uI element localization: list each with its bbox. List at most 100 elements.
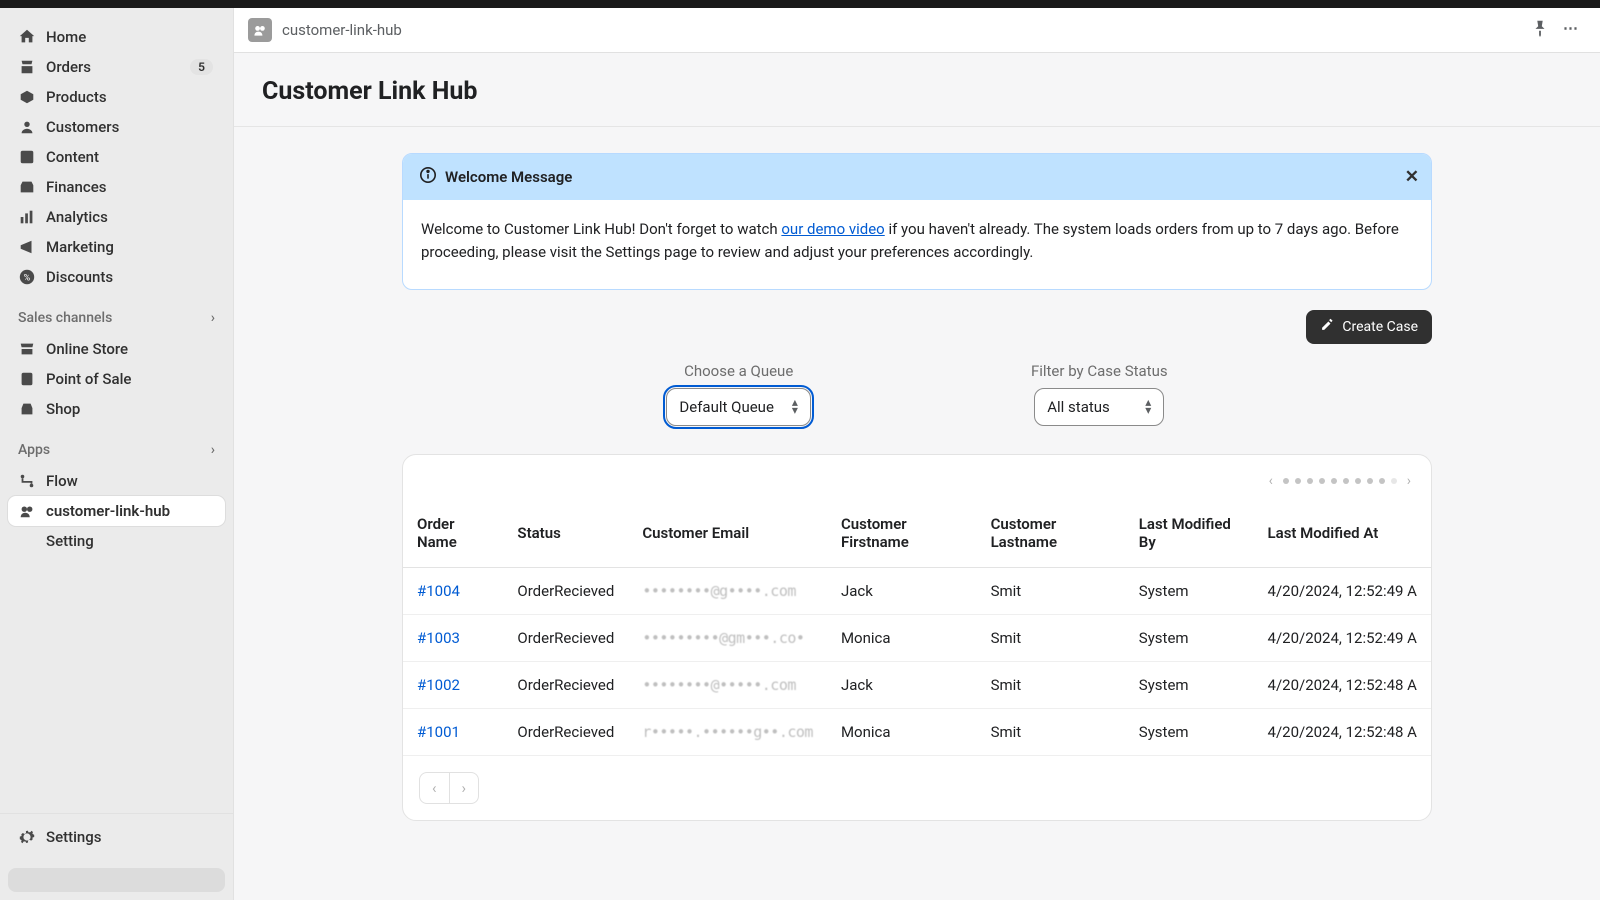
edit-icon (1320, 318, 1334, 336)
cell-lastname: Smit (977, 614, 1125, 661)
nav-label: Flow (46, 472, 78, 490)
queue-select[interactable]: Default Queue ▴▾ (666, 388, 811, 426)
home-icon (18, 28, 36, 46)
queue-select-value: Default Queue (679, 398, 773, 416)
nav-products[interactable]: Products (8, 82, 225, 112)
nav-customers[interactable]: Customers (8, 112, 225, 142)
order-link[interactable]: #1002 (403, 661, 503, 708)
app-icon (18, 502, 36, 520)
cell-modified-at: 4/20/2024, 12:52:48 A (1254, 708, 1431, 755)
col-firstname: Customer Firstname (827, 497, 977, 568)
nav-analytics[interactable]: Analytics (8, 202, 225, 232)
nav-marketing[interactable]: Marketing (8, 232, 225, 262)
nav-home[interactable]: Home (8, 22, 225, 52)
customers-icon (18, 118, 36, 136)
cell-lastname: Smit (977, 708, 1125, 755)
nav-label: Home (46, 28, 86, 46)
cell-firstname: Monica (827, 614, 977, 661)
cell-lastname: Smit (977, 567, 1125, 614)
cell-modified-at: 4/20/2024, 12:52:48 A (1254, 661, 1431, 708)
breadcrumb-bar: customer-link-hub ⋯ (234, 8, 1600, 53)
gear-icon (18, 828, 36, 846)
cell-email: ••••••••@g••••.com (628, 567, 827, 614)
col-lastname: Customer Lastname (977, 497, 1125, 568)
status-select[interactable]: All status ▴▾ (1034, 388, 1164, 426)
apps-header[interactable]: Apps › (0, 428, 233, 462)
analytics-icon (18, 208, 36, 226)
page-title: Customer Link Hub (234, 53, 1600, 126)
sidebar: Home Orders 5 Products Customers Content (0, 8, 234, 900)
nav-label: Settings (46, 828, 102, 846)
info-icon (419, 166, 437, 188)
banner-body: Welcome to Customer Link Hub! Don't forg… (403, 200, 1431, 289)
products-icon (18, 88, 36, 106)
cell-lastname: Smit (977, 661, 1125, 708)
cell-modified-by: System (1125, 614, 1254, 661)
nav-finances[interactable]: Finances (8, 172, 225, 202)
nav-point-of-sale[interactable]: Point of Sale (8, 364, 225, 394)
app-breadcrumb-icon (248, 18, 272, 42)
cell-status: OrderRecieved (503, 661, 628, 708)
nav-discounts[interactable]: % Discounts (8, 262, 225, 292)
cases-table: Order Name Status Customer Email Custome… (403, 497, 1431, 756)
cell-modified-by: System (1125, 567, 1254, 614)
order-link[interactable]: #1004 (403, 567, 503, 614)
table-row: #1004OrderRecieved••••••••@g••••.comJack… (403, 567, 1431, 614)
create-case-button[interactable]: Create Case (1306, 310, 1432, 344)
table-row: #1001OrderRecievedr•••••.••••••g••.comMo… (403, 708, 1431, 755)
nav-label: Content (46, 148, 99, 166)
finances-icon (18, 178, 36, 196)
cell-email: ••••••••@•••••.com (628, 661, 827, 708)
cell-email: r•••••.••••••g••.com (628, 708, 827, 755)
more-icon[interactable]: ⋯ (1563, 19, 1580, 41)
nav-settings[interactable]: Settings (8, 822, 225, 852)
pin-icon[interactable] (1531, 19, 1549, 41)
columns-dots (1283, 478, 1397, 484)
columns-next-icon[interactable]: › (1407, 473, 1411, 489)
cell-modified-at: 4/20/2024, 12:52:49 A (1254, 614, 1431, 661)
pager: ‹ › (419, 772, 479, 804)
flow-icon (18, 472, 36, 490)
shop-icon (18, 400, 36, 418)
cell-modified-at: 4/20/2024, 12:52:49 A (1254, 567, 1431, 614)
nav-setting[interactable]: Setting (8, 526, 225, 556)
nav-label: Orders (46, 58, 91, 76)
nav-content[interactable]: Content (8, 142, 225, 172)
col-email: Customer Email (628, 497, 827, 568)
marketing-icon (18, 238, 36, 256)
order-link[interactable]: #1003 (403, 614, 503, 661)
nav-label: Discounts (46, 268, 113, 286)
nav-online-store[interactable]: Online Store (8, 334, 225, 364)
banner-title: Welcome Message (445, 168, 572, 186)
nav-label: customer-link-hub (46, 502, 170, 520)
columns-prev-icon[interactable]: ‹ (1269, 473, 1273, 489)
banner-text-pre: Welcome to Customer Link Hub! Don't forg… (421, 220, 781, 238)
nav-flow[interactable]: Flow (8, 466, 225, 496)
content-icon (18, 148, 36, 166)
queue-filter-label: Choose a Queue (684, 362, 793, 380)
cell-status: OrderRecieved (503, 567, 628, 614)
pos-icon (18, 370, 36, 388)
table-row: #1003OrderRecieved•••••••••@gm•••.co•Mon… (403, 614, 1431, 661)
apps-label: Apps (18, 442, 50, 458)
nav-orders[interactable]: Orders 5 (8, 52, 225, 82)
demo-video-link[interactable]: our demo video (781, 220, 884, 238)
nav-shop[interactable]: Shop (8, 394, 225, 424)
status-filter-label: Filter by Case Status (1031, 362, 1168, 380)
nav-label: Point of Sale (46, 370, 131, 388)
pager-prev[interactable]: ‹ (420, 773, 449, 803)
orders-badge: 5 (190, 59, 213, 75)
order-link[interactable]: #1001 (403, 708, 503, 755)
nav-customer-link-hub[interactable]: customer-link-hub (8, 496, 225, 526)
table-row: #1002OrderRecieved••••••••@•••••.comJack… (403, 661, 1431, 708)
breadcrumb-text: customer-link-hub (282, 21, 402, 39)
welcome-banner: Welcome Message ✕ Welcome to Customer Li… (402, 153, 1432, 290)
close-icon[interactable]: ✕ (1405, 167, 1419, 187)
pager-next[interactable]: › (449, 773, 479, 803)
discounts-icon: % (18, 268, 36, 286)
sales-channels-header[interactable]: Sales channels › (0, 296, 233, 330)
cell-email: •••••••••@gm•••.co• (628, 614, 827, 661)
store-icon (18, 340, 36, 358)
nav-label: Finances (46, 178, 106, 196)
col-status: Status (503, 497, 628, 568)
